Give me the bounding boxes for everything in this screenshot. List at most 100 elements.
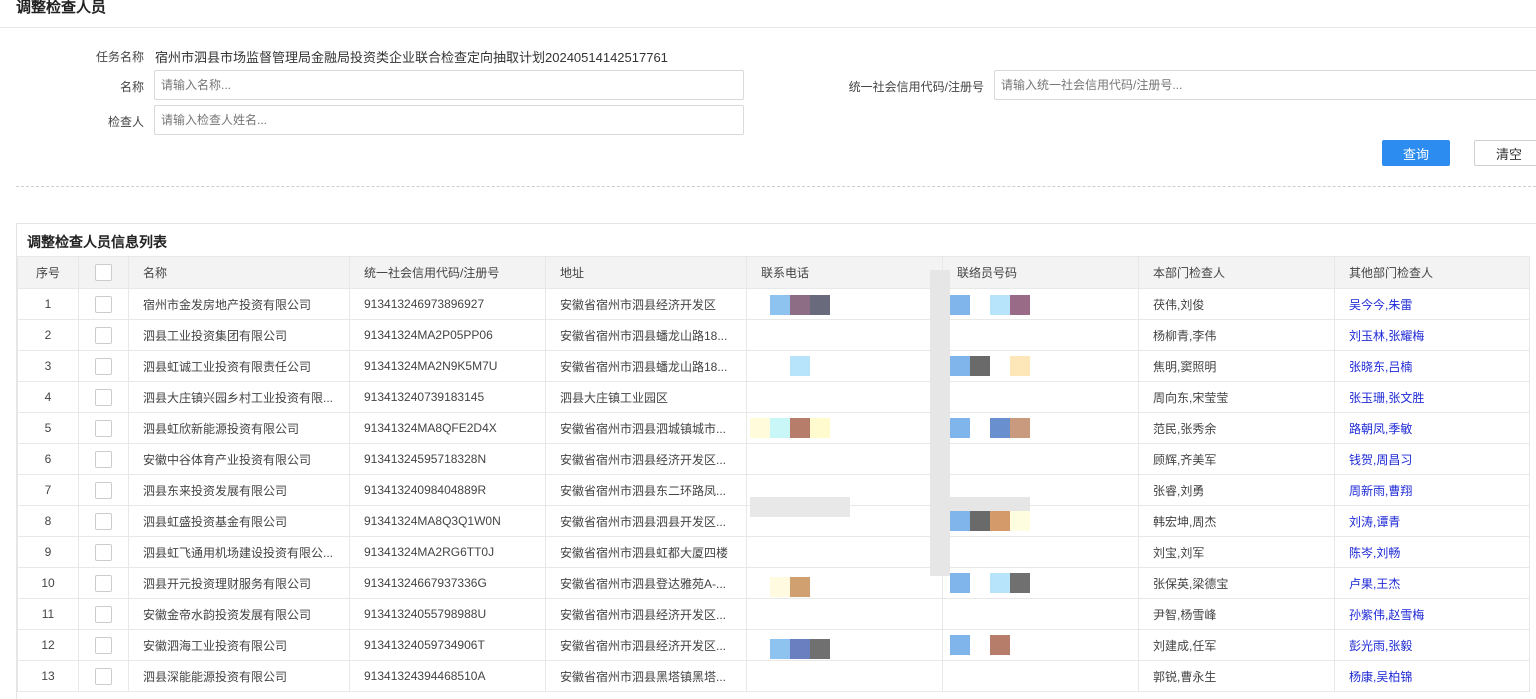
dept-inspectors: 杨柳青,李伟 — [1138, 319, 1335, 351]
row-select-cell — [78, 443, 129, 475]
row-checkbox[interactable] — [95, 388, 112, 406]
address: 安徽省宿州市泗县经济开发区... — [545, 629, 747, 661]
company-name: 安徽金帝水韵投资发展有限公司 — [128, 598, 350, 630]
other-dept-inspectors[interactable]: 陈岑,刘畅 — [1334, 536, 1530, 568]
other-dept-inspectors[interactable]: 刘涛,谭青 — [1334, 505, 1530, 537]
dept-inspectors: 韩宏坤,周杰 — [1138, 505, 1335, 537]
inspector-input[interactable] — [154, 105, 744, 135]
table-row[interactable]: 7 泗县东来投资发展有限公司 91341324098404889R 安徽省宿州市泗县东… — [17, 474, 1530, 506]
row-index: 3 — [17, 350, 79, 382]
table-row[interactable]: 8 泗县虹盛投资基金有限公司 91341324MA8Q3Q1W0N 安徽省宿州市泗县泗… — [17, 505, 1530, 537]
credit-code: 91341324667937336G — [349, 567, 546, 599]
dept-inspectors: 周向东,宋莹莹 — [1138, 381, 1335, 413]
phone — [746, 319, 943, 351]
page-title: 调整检查人员 — [16, 0, 107, 16]
col-header-phone: 联系电话 — [746, 256, 943, 289]
name-input[interactable] — [154, 70, 744, 100]
row-checkbox[interactable] — [95, 357, 112, 375]
liaison-number — [942, 598, 1139, 630]
company-name: 泗县开元投资理财服务有限公司 — [128, 567, 350, 599]
row-index: 12 — [17, 629, 79, 661]
clear-button[interactable]: 清空 — [1474, 140, 1536, 166]
table-row[interactable]: 9 泗县虹飞通用机场建设投资有限公... 91341324MA2RG6TT0J 安徽省… — [17, 536, 1530, 568]
other-dept-inspectors[interactable]: 刘玉林,张耀梅 — [1334, 319, 1530, 351]
table-row[interactable]: 3 泗县虹诚工业投资有限责任公司 91341324MA2N9K5M7U 安徽省宿州市泗… — [17, 350, 1530, 382]
credit-code: 91341324MA2P05PP06 — [349, 319, 546, 351]
col-header-other-inspector: 其他部门检查人 — [1334, 256, 1530, 289]
table-row[interactable]: 1 宿州市金发房地产投资有限公司 913413246973896927 安徽省宿州市泗… — [17, 288, 1530, 320]
dept-inspectors: 焦明,窦照明 — [1138, 350, 1335, 382]
table-row[interactable]: 13 泗县深能能源投资有限公司 91341324394468510A 安徽省宿州市泗县… — [17, 660, 1530, 692]
other-dept-inspectors[interactable]: 张晓东,吕楠 — [1334, 350, 1530, 382]
other-dept-inspectors[interactable]: 卢果,王杰 — [1334, 567, 1530, 599]
address: 安徽省宿州市泗县经济开发区... — [545, 598, 747, 630]
select-all-checkbox[interactable] — [95, 264, 112, 281]
row-checkbox[interactable] — [95, 419, 112, 437]
dept-inspectors: 尹智,杨雪峰 — [1138, 598, 1335, 630]
table-row[interactable]: 6 安徽中谷体育产业投资有限公司 91341324595718328N 安徽省宿州市泗… — [17, 443, 1530, 475]
table-row[interactable]: 11 安徽金帝水韵投资发展有限公司 91341324055798988U 安徽省宿州市… — [17, 598, 1530, 630]
phone — [746, 505, 943, 537]
row-checkbox[interactable] — [95, 574, 112, 592]
row-checkbox[interactable] — [95, 450, 112, 468]
row-select-cell — [78, 288, 129, 320]
row-checkbox[interactable] — [95, 543, 112, 561]
row-index: 6 — [17, 443, 79, 475]
company-name: 泗县工业投资集团有限公司 — [128, 319, 350, 351]
table-row[interactable]: 2 泗县工业投资集团有限公司 91341324MA2P05PP06 安徽省宿州市泗县蟠… — [17, 319, 1530, 351]
row-checkbox[interactable] — [95, 295, 112, 313]
liaison-number — [942, 567, 1139, 599]
company-name: 宿州市金发房地产投资有限公司 — [128, 288, 350, 320]
table-row[interactable]: 4 泗县大庄镇兴园乡村工业投资有限... 913413240739183145 泗县大… — [17, 381, 1530, 413]
address: 安徽省宿州市泗县经济开发区... — [545, 443, 747, 475]
credit-code-input[interactable] — [994, 70, 1536, 100]
other-dept-inspectors[interactable]: 杨康,吴柏锦 — [1334, 660, 1530, 692]
address: 泗县大庄镇工业园区 — [545, 381, 747, 413]
other-dept-inspectors[interactable]: 张玉珊,张文胜 — [1334, 381, 1530, 413]
credit-code-label: 统一社会信用代码/注册号 — [848, 80, 984, 94]
col-header-address: 地址 — [545, 256, 747, 289]
table-row[interactable]: 5 泗县虹欣新能源投资有限公司 91341324MA8QFE2D4X 安徽省宿州市泗县… — [17, 412, 1530, 444]
other-dept-inspectors[interactable]: 周新雨,曹翔 — [1334, 474, 1530, 506]
other-dept-inspectors[interactable]: 路朝凤,季敏 — [1334, 412, 1530, 444]
row-select-cell — [78, 536, 129, 568]
row-index: 2 — [17, 319, 79, 351]
table-row[interactable]: 10 泗县开元投资理财服务有限公司 91341324667937336G 安徽省宿州市… — [17, 567, 1530, 599]
row-index: 11 — [17, 598, 79, 630]
row-index: 9 — [17, 536, 79, 568]
credit-code: 91341324595718328N — [349, 443, 546, 475]
company-name: 泗县虹诚工业投资有限责任公司 — [128, 350, 350, 382]
query-button[interactable]: 查询 — [1382, 140, 1450, 166]
col-header-index: 序号 — [17, 256, 79, 289]
dept-inspectors: 范民,张秀余 — [1138, 412, 1335, 444]
row-checkbox[interactable] — [95, 605, 112, 623]
row-select-cell — [78, 350, 129, 382]
row-checkbox[interactable] — [95, 326, 112, 344]
row-index: 8 — [17, 505, 79, 537]
col-header-liaison: 联络员号码 — [942, 256, 1139, 289]
address: 安徽省宿州市泗县泗城镇城市... — [545, 412, 747, 444]
company-name: 泗县东来投资发展有限公司 — [128, 474, 350, 506]
liaison-number — [942, 443, 1139, 475]
credit-code: 913413240739183145 — [349, 381, 546, 413]
liaison-number — [942, 381, 1139, 413]
table-row[interactable]: 12 安徽泗海工业投资有限公司 91341324059734906T 安徽省宿州市泗县… — [17, 629, 1530, 661]
phone — [746, 567, 943, 599]
row-checkbox[interactable] — [95, 667, 112, 685]
company-name: 安徽中谷体育产业投资有限公司 — [128, 443, 350, 475]
other-dept-inspectors[interactable]: 彭光雨,张毅 — [1334, 629, 1530, 661]
row-select-cell — [78, 412, 129, 444]
other-dept-inspectors[interactable]: 钱贺,周昌习 — [1334, 443, 1530, 475]
liaison-number — [942, 660, 1139, 692]
liaison-number — [942, 474, 1139, 506]
list-title: 调整检查人员信息列表 — [27, 234, 167, 250]
row-checkbox[interactable] — [95, 636, 112, 654]
row-checkbox[interactable] — [95, 481, 112, 499]
address: 安徽省宿州市泗县东二环路凤... — [545, 474, 747, 506]
address: 安徽省宿州市泗县蟠龙山路18... — [545, 319, 747, 351]
phone — [746, 629, 943, 661]
credit-code: 913413246973896927 — [349, 288, 546, 320]
other-dept-inspectors[interactable]: 孙紫伟,赵雪梅 — [1334, 598, 1530, 630]
other-dept-inspectors[interactable]: 吴今今,朱雷 — [1334, 288, 1530, 320]
row-checkbox[interactable] — [95, 512, 112, 530]
